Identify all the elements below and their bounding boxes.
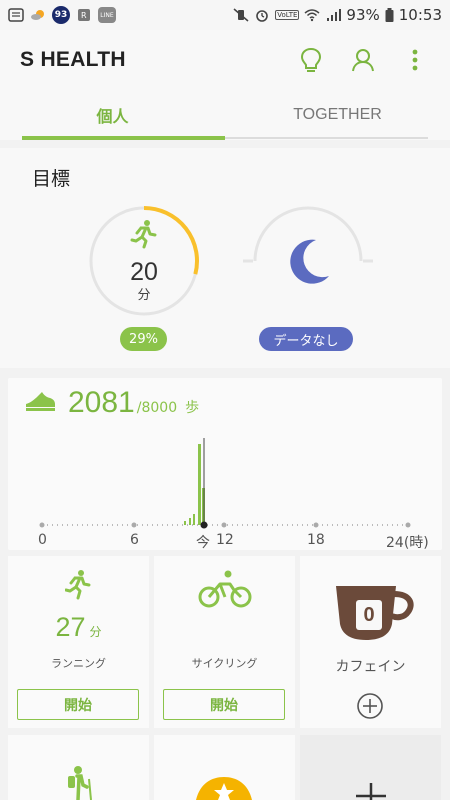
axis-dot-12 (221, 522, 227, 528)
x-tick-18: 18 (307, 532, 325, 548)
more-vertical-icon (412, 49, 418, 71)
running-minutes-value: 27 (55, 612, 86, 642)
cycling-tile[interactable]: サイクリング 開始 (154, 556, 295, 728)
running-icon (65, 570, 91, 600)
clock: 10:53 (398, 6, 442, 24)
hiking-tile[interactable] (8, 735, 149, 800)
tab-personal[interactable]: 個人 (0, 90, 225, 140)
star-badge-icon (196, 777, 252, 800)
lightbulb-icon (300, 47, 322, 72)
more-options-button[interactable] (400, 45, 430, 75)
x-tick-24: 24(時) (386, 535, 429, 551)
battery-percent: 93% (346, 6, 380, 24)
x-tick-0: 0 (38, 532, 47, 548)
step-bar (189, 518, 191, 525)
volte-icon: VoLTE (275, 10, 300, 20)
food-tile[interactable] (154, 735, 295, 800)
add-tracker-tile[interactable] (300, 735, 441, 800)
tab-bar: 個人 TOGETHER (0, 90, 450, 140)
steps-hourly-chart (39, 438, 411, 529)
weather-icon (31, 10, 44, 20)
cycling-icon (198, 570, 252, 608)
person-icon (352, 49, 374, 72)
running-icon (130, 220, 157, 249)
goals-title: 目標 (32, 168, 71, 190)
battery-icon (385, 8, 394, 22)
start-cycling-button[interactable]: 開始 (163, 689, 285, 720)
line-app-icon: LINE (98, 7, 116, 23)
running-tile[interactable]: 27 分 ランニング 開始 (8, 556, 149, 728)
app-header: S HEALTH (0, 30, 450, 90)
caffeine-count: 0 (356, 600, 382, 630)
nfc-icon: R (78, 9, 90, 21)
status-bar: 93 R LINE VoLTE 93% 10:53 (0, 0, 450, 30)
x-tick-now: 今 (196, 535, 210, 551)
notification-badge: 93 (52, 6, 70, 24)
steps-card[interactable]: 2081 /8000 歩 0 6 今 12 18 24(時) (8, 378, 442, 551)
alarm-icon (256, 10, 269, 22)
running-label: ランニング (51, 657, 106, 670)
running-minutes: 27 分 (8, 612, 149, 643)
goals-card[interactable]: 目標 20 分 29% データなし (0, 148, 450, 368)
caffeine-label: カフェイン (335, 659, 406, 675)
wifi-icon (304, 9, 320, 22)
profile-button[interactable] (348, 45, 378, 75)
step-bar (198, 444, 201, 525)
x-tick-12: 12 (216, 532, 234, 548)
running-minutes-unit: 分 (89, 625, 102, 639)
start-running-button[interactable]: 開始 (17, 689, 139, 720)
moon-icon (290, 239, 329, 284)
tips-button[interactable] (296, 45, 326, 75)
axis-dot-0 (39, 522, 45, 528)
axis-dot-18 (313, 522, 319, 528)
hiking-icon (68, 766, 92, 800)
sleep-status-badge: データなし (259, 327, 353, 351)
app-title: S HEALTH (20, 48, 126, 71)
vibrate-mute-icon (233, 8, 249, 22)
add-caffeine-button[interactable] (356, 692, 384, 720)
x-tick-6: 6 (130, 532, 139, 548)
activity-progress-badge: 29% (120, 327, 167, 351)
activity-minutes-unit: 分 (137, 288, 151, 303)
svg-text:R: R (81, 11, 87, 20)
cycling-label: サイクリング (191, 657, 258, 670)
step-bar (184, 521, 186, 525)
calendar-notification-icon (8, 8, 24, 22)
signal-icon (327, 9, 342, 21)
activity-minutes-value: 20 (130, 258, 158, 286)
axis-dot-6 (131, 522, 137, 528)
now-dot (200, 521, 208, 529)
plus-icon (356, 783, 386, 800)
sleep-goal-ring[interactable] (243, 204, 373, 318)
caffeine-tile[interactable]: 0 カフェイン (300, 556, 441, 728)
tab-together[interactable]: TOGETHER (225, 90, 450, 140)
step-bar (193, 514, 195, 525)
axis-dot-24 (405, 522, 411, 528)
